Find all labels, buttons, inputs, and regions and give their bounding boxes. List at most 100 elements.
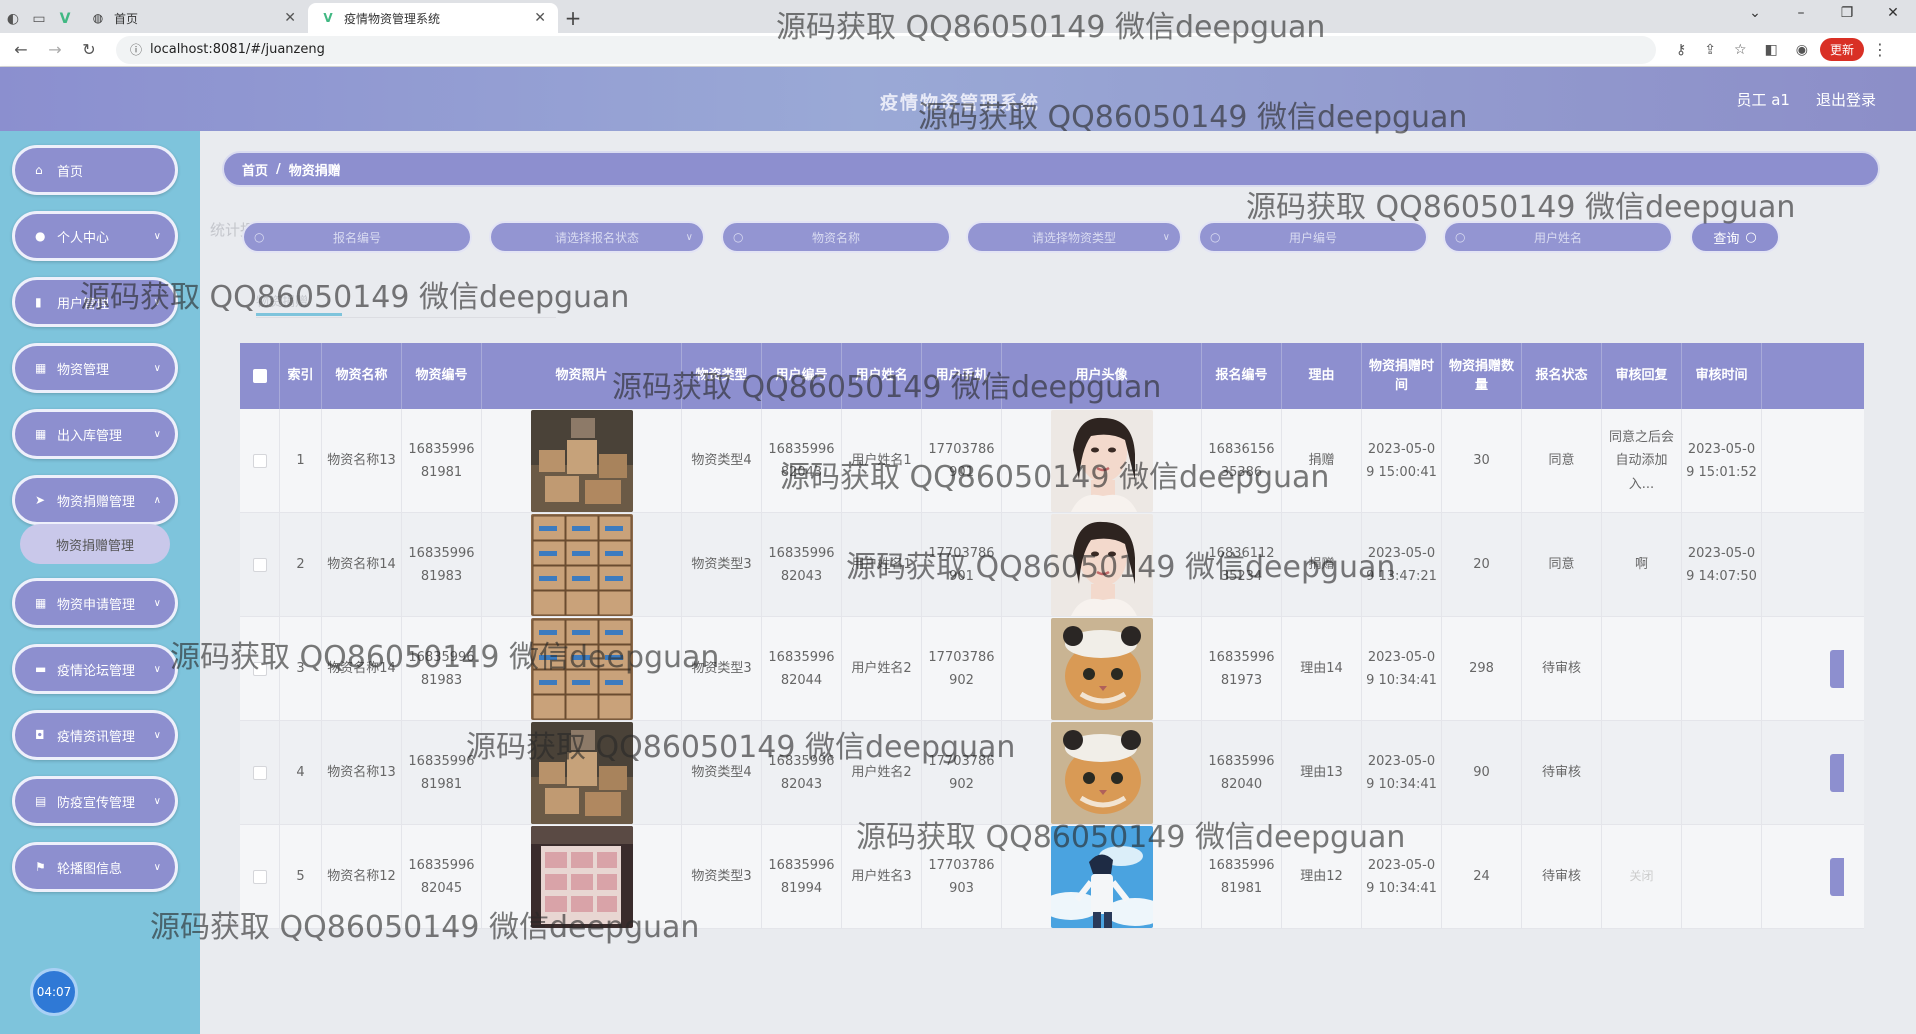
user-avatar[interactable]: [1050, 826, 1153, 928]
search-status-select[interactable]: 请选择报名状态 ∨: [489, 221, 705, 253]
sidepanel-icon[interactable]: ◧: [1765, 42, 1778, 58]
key-icon[interactable]: ⚷: [1676, 42, 1686, 58]
page-scrollbar[interactable]: [1902, 131, 1912, 1034]
user-avatar[interactable]: [1050, 514, 1153, 616]
sidebar-subitem-donation[interactable]: 物资捐赠管理: [20, 524, 170, 564]
material-photo[interactable]: [530, 826, 633, 928]
chevron-down-icon: ∨: [153, 230, 161, 242]
table-row[interactable]: 5 物资名称12 1683599682045 物资类型3 1683599681994 用户…: [240, 825, 1864, 929]
cell-reason: 理由12: [1282, 825, 1362, 929]
restore-icon[interactable]: ❐: [1824, 0, 1870, 28]
vue-icon[interactable]: V: [52, 5, 78, 33]
sidebar-item-inout[interactable]: ▦ 出入库管理 ∨: [12, 409, 178, 459]
share-icon[interactable]: ⇪: [1704, 42, 1716, 58]
browser-tab-active[interactable]: V 疫情物资管理系统 ✕: [308, 3, 558, 33]
more-icon[interactable]: ⋮: [1872, 40, 1888, 59]
select-all-checkbox[interactable]: [252, 369, 267, 383]
chevron-up-icon: ∧: [153, 494, 161, 506]
cell-type: 物资类型3: [682, 825, 762, 929]
chevron-down-icon: ∨: [685, 231, 693, 243]
cell-status: 待审核: [1522, 825, 1602, 929]
grid-icon: ▦: [35, 361, 47, 375]
audit-button[interactable]: [1830, 650, 1844, 688]
sidebar-item-profile[interactable]: ● 个人中心 ∨: [12, 211, 178, 261]
table-row[interactable]: 2 物资名称14 1683599681983 物资类型3 1683599682043 用户…: [240, 513, 1864, 617]
cell-code: 1683599681983: [402, 513, 482, 617]
minimize-icon[interactable]: –: [1778, 0, 1824, 28]
material-photo[interactable]: [530, 722, 633, 824]
cell-audit_time: 2023-05-09 14:07:50: [1682, 513, 1762, 617]
row-checkbox[interactable]: [252, 766, 267, 780]
url-field[interactable]: ⓘ localhost:8081/#/juanzeng: [116, 35, 1656, 64]
cell-user_code: 1683599682043: [762, 513, 842, 617]
cell-user_name: 用户姓名2: [842, 617, 922, 721]
search-apply-code-input[interactable]: ○ 报名编号: [242, 221, 472, 253]
table-row[interactable]: 4 物资名称13 1683599681981 物资类型4 1683599682043 用户…: [240, 721, 1864, 825]
close-icon[interactable]: ✕: [1870, 0, 1916, 28]
browser-tabbar: ◐ ▭ V ◍ 首页 ✕ V 疫情物资管理系统 ✕ + ⌄ – ❐ ✕: [0, 0, 1916, 33]
window-controls: ⌄ – ❐ ✕: [1732, 0, 1916, 28]
row-checkbox[interactable]: [252, 454, 267, 468]
search-user-code-input[interactable]: ○ 用户编号: [1198, 221, 1428, 253]
query-button[interactable]: 查询 ○: [1690, 221, 1780, 253]
search-material-type-select[interactable]: 请选择物资类型 ∨: [966, 221, 1182, 253]
col-header: 索引: [280, 343, 322, 409]
logout-link[interactable]: 退出登录: [1816, 89, 1876, 110]
chevron-down-icon: ∨: [153, 663, 161, 675]
search-material-name-input[interactable]: ○ 物资名称: [721, 221, 951, 253]
row-checkbox[interactable]: [252, 662, 267, 676]
row-checkbox[interactable]: [252, 558, 267, 572]
material-photo[interactable]: [530, 514, 633, 616]
cell-status: 待审核: [1522, 721, 1602, 825]
row-checkbox[interactable]: [252, 870, 267, 884]
material-photo[interactable]: [530, 410, 633, 512]
sidebar-item-promo[interactable]: ▤ 防疫宣传管理 ∨: [12, 776, 178, 826]
user-avatar[interactable]: [1050, 410, 1153, 512]
search-icon: ○: [254, 230, 265, 244]
user-avatar[interactable]: [1050, 722, 1153, 824]
actions-cell: [1762, 825, 1844, 929]
info-icon[interactable]: ⓘ: [130, 41, 142, 58]
browser-tab-home[interactable]: ◍ 首页 ✕: [78, 3, 308, 33]
chevron-down-icon[interactable]: ⌄: [1732, 0, 1778, 28]
table-row[interactable]: 3 物资名称14 1683599681983 物资类型3 1683599682044 用户…: [240, 617, 1864, 721]
donation-tab[interactable]: 物资捐赠: [256, 291, 556, 318]
audit-button[interactable]: [1830, 858, 1844, 896]
forward-icon[interactable]: →: [42, 40, 68, 59]
faint-close-button[interactable]: 关闭: [1629, 866, 1653, 888]
table-row[interactable]: 1 物资名称13 1683599681981 物资类型4 1683599682043 用户…: [240, 409, 1864, 513]
sidebar-item-users[interactable]: ▮ 用户管理 ∨: [12, 277, 178, 327]
breadcrumb-home[interactable]: 首页: [242, 160, 268, 179]
update-button[interactable]: 更新: [1820, 38, 1865, 61]
cell-index: 4: [280, 721, 322, 825]
audit-button[interactable]: [1830, 754, 1844, 792]
sidebar-item-forum[interactable]: ▬ 疫情论坛管理 ∨: [12, 644, 178, 694]
material-photo[interactable]: [530, 618, 633, 720]
search-user-name-input[interactable]: ○ 用户姓名: [1443, 221, 1673, 253]
profile-icon[interactable]: ◉: [1796, 42, 1808, 58]
cell-user_name: 用户姓名3: [842, 825, 922, 929]
sidebar-item-donation[interactable]: ➤ 物资捐赠管理 ∧: [12, 475, 178, 525]
sidebar-item-news[interactable]: ◘ 疫情资讯管理 ∨: [12, 710, 178, 760]
close-tab-icon[interactable]: ✕: [284, 10, 296, 26]
material-photo-cell: [482, 721, 682, 825]
col-header: 审核回复: [1602, 343, 1682, 409]
new-tab-button[interactable]: +: [558, 3, 588, 33]
sidebar-item-carousel[interactable]: ⚑ 轮播图信息 ∨: [12, 842, 178, 892]
sidebar-item-materials[interactable]: ▦ 物资管理 ∨: [12, 343, 178, 393]
sidebar-item-label: 物资申请管理: [57, 597, 136, 613]
tab-underline: [256, 313, 342, 316]
browser-menu-icon[interactable]: ◐: [0, 5, 26, 33]
clock-widget: 04:07: [30, 968, 78, 1016]
reload-icon[interactable]: ↻: [76, 40, 102, 59]
back-icon[interactable]: ←: [8, 40, 34, 59]
sidebar-item-home[interactable]: ⌂ 首页: [12, 145, 178, 195]
sidebar-item-apply[interactable]: ▦ 物资申请管理 ∨: [12, 578, 178, 628]
current-user: 员工 a1: [1736, 91, 1790, 109]
main-content: 首页 / 物资捐赠 统计报表 ○ 报名编号 请选择报名状态 ∨ ○ 物资名称 请…: [200, 131, 1916, 1034]
cell-name: 物资名称13: [322, 409, 402, 513]
close-tab-icon[interactable]: ✕: [534, 10, 546, 26]
user-avatar[interactable]: [1050, 618, 1153, 720]
star-icon[interactable]: ☆: [1734, 42, 1747, 58]
window-icon[interactable]: ▭: [26, 5, 52, 33]
